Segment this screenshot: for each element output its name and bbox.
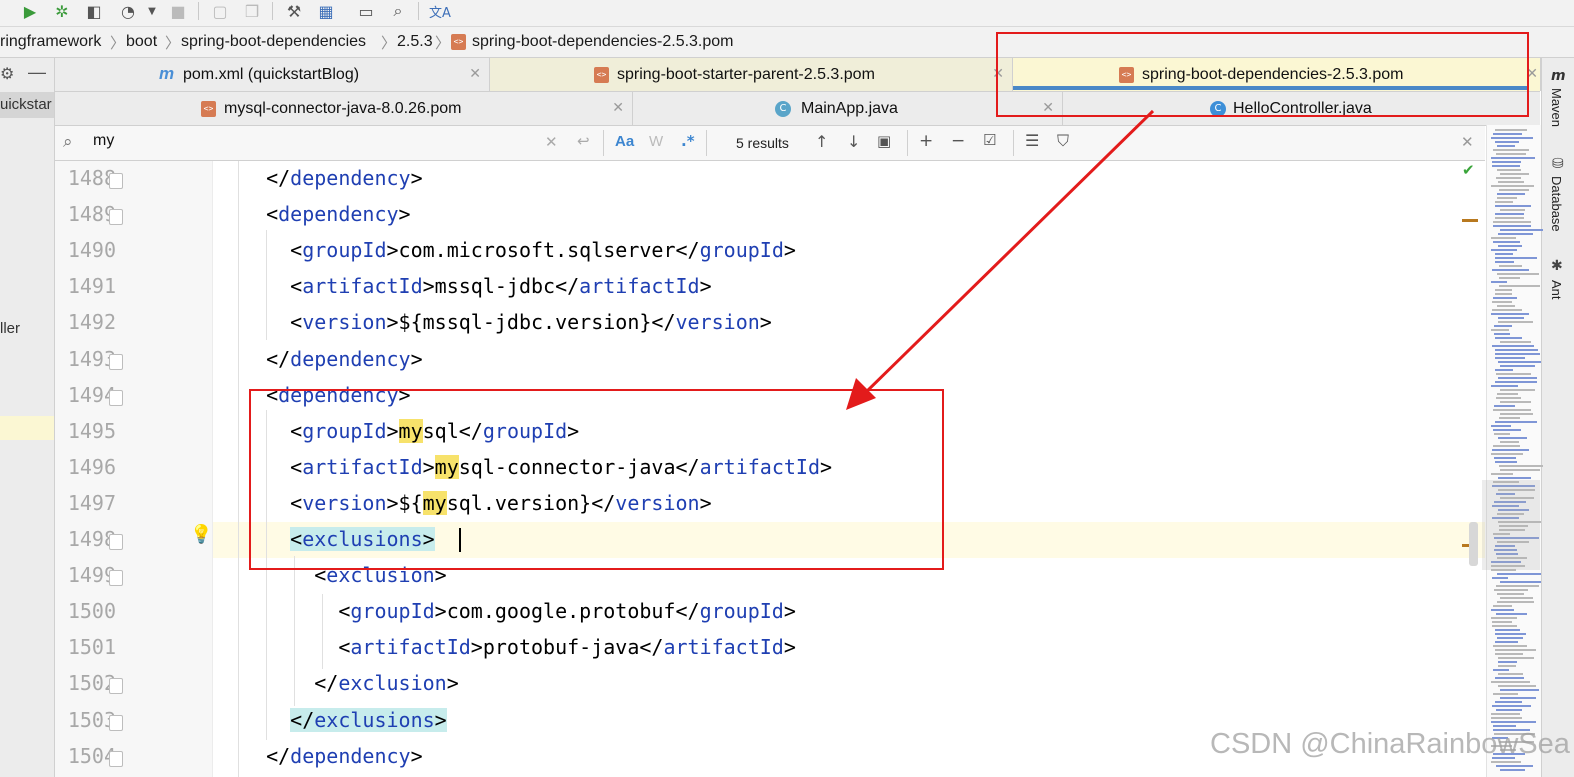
watermark: CSDN @ChinaRainbowSea — [1210, 728, 1570, 760]
annotation-arrow-icon — [846, 109, 1155, 410]
